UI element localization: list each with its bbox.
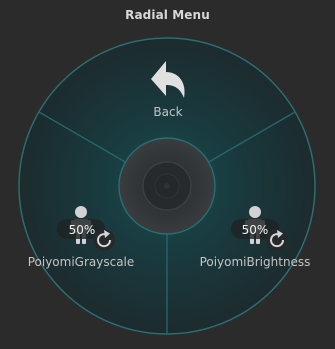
reset-icon[interactable] (266, 229, 288, 251)
radial-menu: Back 50% PoiyomiGrayscale 50% PoiyomiBri… (18, 37, 316, 335)
value-text: 50% (242, 223, 269, 237)
back-label: Back (153, 105, 182, 119)
reset-icon[interactable] (93, 229, 115, 251)
center-hub[interactable] (118, 137, 216, 235)
menu-item-label: PoiyomiBrightness (200, 255, 311, 269)
value-text: 50% (69, 223, 96, 237)
radial-menu-window: Radial Menu Back 50% PoiyomiGrayscale 50… (0, 0, 335, 349)
menu-item-label: PoiyomiGrayscale (28, 255, 135, 269)
